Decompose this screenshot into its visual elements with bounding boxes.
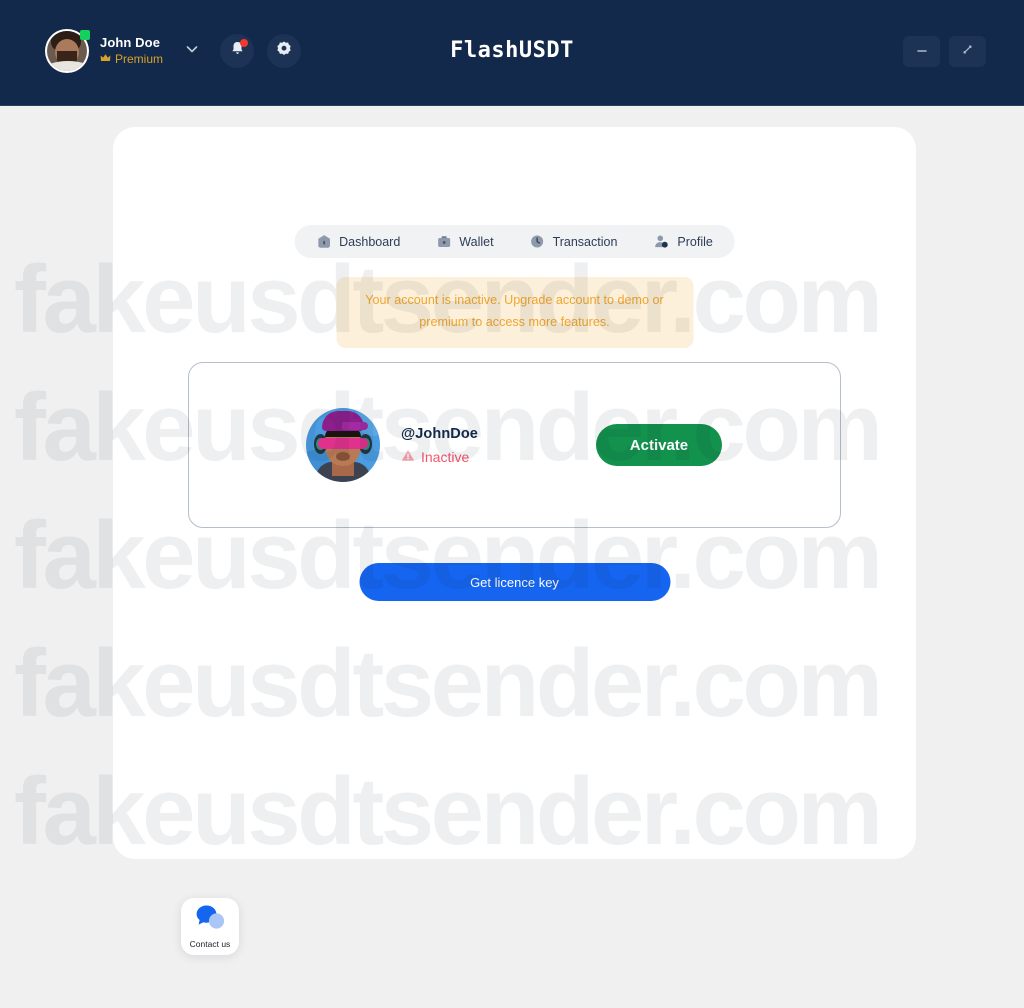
- minimize-icon: [915, 43, 929, 61]
- clock-icon: [530, 234, 545, 249]
- maximize-icon: [961, 43, 974, 61]
- contact-us-widget[interactable]: Contact us: [181, 898, 239, 955]
- get-licence-key-button[interactable]: Get licence key: [359, 563, 670, 601]
- tab-wallet[interactable]: Wallet: [418, 225, 511, 258]
- warning-triangle-icon: [401, 449, 415, 465]
- page-body: Dashboard Wallet Transaction Profile You…: [0, 106, 1024, 955]
- tab-transaction[interactable]: Transaction: [512, 225, 636, 258]
- tab-profile-label: Profile: [677, 234, 713, 249]
- window-controls: [903, 36, 986, 67]
- nav-tabs: Dashboard Wallet Transaction Profile: [294, 225, 735, 258]
- account-status-alert: Your account is inactive. Upgrade accoun…: [336, 277, 693, 349]
- activate-button[interactable]: Activate: [595, 424, 722, 466]
- tab-dashboard-label: Dashboard: [339, 234, 401, 249]
- tab-profile[interactable]: Profile: [635, 225, 730, 258]
- chat-bubbles-icon: [195, 904, 226, 936]
- tab-wallet-label: Wallet: [459, 234, 494, 249]
- profile-handle: @JohnDoe: [401, 425, 478, 442]
- tab-dashboard[interactable]: Dashboard: [298, 225, 418, 258]
- status-badge: Inactive: [401, 449, 478, 465]
- user-icon: [653, 234, 669, 249]
- home-icon: [316, 234, 331, 249]
- contact-us-label: Contact us: [189, 939, 231, 949]
- wallet-icon: [436, 234, 451, 249]
- profile-card: @JohnDoe Inactive Activate: [188, 362, 841, 528]
- main-content-card: Dashboard Wallet Transaction Profile You…: [113, 127, 916, 955]
- status-label: Inactive: [421, 448, 470, 465]
- profile-card-row: @JohnDoe Inactive Activate: [189, 408, 840, 482]
- title-bar: John Doe Premium FlashUSDT: [0, 0, 1024, 106]
- profile-info: @JohnDoe Inactive: [401, 426, 478, 465]
- app-window: John Doe Premium FlashUSDT Dashboard Wal…: [0, 0, 1024, 955]
- app-title: FlashUSDT: [450, 38, 574, 63]
- user-avatar-illustration: [306, 408, 380, 482]
- maximize-button[interactable]: [949, 36, 986, 67]
- tab-transaction-label: Transaction: [552, 234, 618, 249]
- minimize-button[interactable]: [903, 36, 940, 67]
